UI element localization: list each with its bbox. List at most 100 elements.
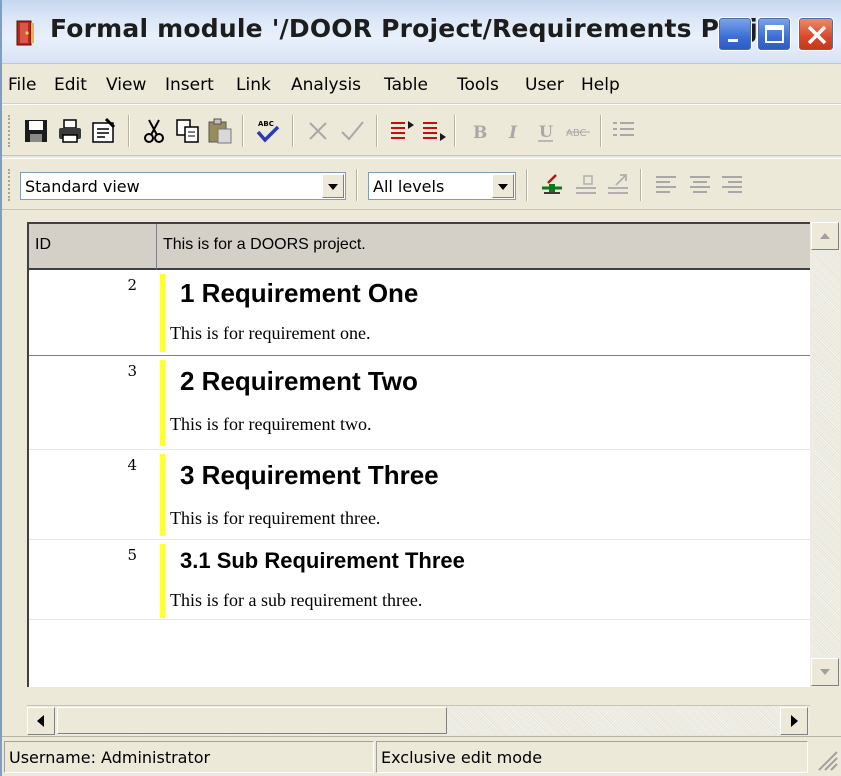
view-select-value: Standard view [25,177,140,196]
toolbar-separator [526,169,528,201]
doors-module-icon [16,20,34,46]
horizontal-scroll-thumb[interactable] [57,707,447,734]
menu-link[interactable]: Link [236,75,271,95]
toolbar-separator [242,115,244,147]
level-select-dropdown-button[interactable] [492,174,514,198]
menu-edit[interactable]: Edit [54,75,87,95]
row-id: 4 [127,456,137,474]
scroll-up-button[interactable] [811,222,839,250]
requirement-bar [160,454,165,536]
status-bar: Username: Administrator Exclusive edit m… [2,736,841,776]
svg-text:ABC: ABC [258,120,274,128]
requirement-text[interactable]: This is for requirement one. [170,323,370,344]
menu-view[interactable]: View [106,75,146,95]
scroll-down-button[interactable] [811,658,839,686]
requirement-bar [160,544,165,618]
toolbar-separator [454,115,456,147]
column-header-main[interactable]: This is for a DOORS project. [157,224,810,270]
close-button[interactable] [798,17,834,51]
svg-text:I: I [508,123,518,143]
level-select-value: All levels [373,177,445,196]
print-icon[interactable] [56,117,84,145]
requirement-heading[interactable]: 3 Requirement Three [180,460,439,491]
view-select-dropdown-button[interactable] [322,174,344,198]
menu-insert[interactable]: Insert [165,75,214,95]
align-left-icon[interactable] [652,171,680,199]
table-row[interactable]: 3 2 Requirement Two This is for requirem… [29,356,810,450]
arrow-up-icon [820,233,830,239]
horizontal-scrollbar[interactable] [27,705,810,735]
menu-user[interactable]: User [525,75,564,95]
strikethrough-icon[interactable]: ABC [564,117,592,145]
link-out-icon[interactable] [604,171,632,199]
menu-bar: File Edit View Insert Link Analysis Tabl… [2,64,841,104]
requirement-text[interactable]: This is for a sub requirement three. [170,590,422,611]
scroll-left-button[interactable] [27,707,55,735]
requirement-bar [160,274,165,352]
menu-analysis[interactable]: Analysis [291,75,361,95]
requirement-text[interactable]: This is for requirement three. [170,508,380,529]
spellcheck-icon[interactable]: ABC [254,117,282,145]
delete-icon[interactable] [304,117,332,145]
insert-below-icon[interactable] [420,117,448,145]
resize-grip-icon[interactable] [813,746,839,772]
svg-text:ABC: ABC [566,128,587,139]
requirement-heading[interactable]: 1 Requirement One [180,278,418,309]
link-icon[interactable] [538,171,566,199]
minimize-button[interactable] [718,17,752,51]
properties-icon[interactable] [90,117,118,145]
align-right-icon[interactable] [718,171,746,199]
menu-file[interactable]: File [8,75,36,95]
bold-icon[interactable]: B [466,117,494,145]
formal-module-window: Formal module '/DOOR Project/Requirement… [0,0,841,776]
toolbar-grip[interactable] [8,169,12,201]
vertical-scrollbar[interactable] [810,222,840,687]
italic-icon[interactable]: I [500,117,528,145]
save-icon[interactable] [22,117,50,145]
view-select[interactable]: Standard view [20,172,346,200]
svg-text:U: U [539,122,553,141]
status-username: Username: Administrator [4,741,374,773]
toolbar-separator [356,169,358,201]
table-row[interactable]: 2 1 Requirement One This is for requirem… [29,270,810,356]
menu-table[interactable]: Table [384,75,428,95]
column-header-id[interactable]: ID [29,224,157,270]
table-row[interactable]: 4 3 Requirement Three This is for requir… [29,450,810,540]
check-icon[interactable] [338,117,366,145]
row-id: 2 [127,276,137,294]
module-grid[interactable]: ID This is for a DOORS project. 2 1 Requ… [27,222,810,687]
title-bar[interactable]: Formal module '/DOOR Project/Requirement… [2,0,841,64]
arrow-right-icon [791,715,798,727]
insert-above-icon[interactable] [388,117,416,145]
underline-icon[interactable]: U [532,117,560,145]
row-id: 5 [127,546,137,564]
requirement-heading[interactable]: 2 Requirement Two [180,366,418,397]
paste-icon[interactable] [206,117,234,145]
requirement-text[interactable]: This is for requirement two. [170,414,371,435]
view-toolbar: Standard view All levels [2,158,841,210]
menu-help[interactable]: Help [581,75,620,95]
minimize-icon [728,39,738,42]
window-title: Formal module '/DOOR Project/Requirement… [50,14,787,43]
chevron-down-icon [328,184,338,190]
toolbar-separator [640,169,642,201]
toolbar-grip[interactable] [8,115,12,147]
requirement-heading[interactable]: 3.1 Sub Requirement Three [180,548,465,574]
toolbar-separator [600,115,602,147]
maximize-button[interactable] [757,17,791,51]
maximize-icon [765,25,784,43]
level-select[interactable]: All levels [368,172,516,200]
link-in-icon[interactable] [572,171,600,199]
chevron-down-icon [498,184,508,190]
requirement-bar [160,360,165,446]
table-row[interactable]: 5 3.1 Sub Requirement Three This is for … [29,540,810,620]
scroll-right-button[interactable] [780,707,808,735]
svg-text:B: B [473,123,487,143]
row-id: 3 [127,362,137,380]
toolbar-separator [376,115,378,147]
copy-icon[interactable] [174,117,202,145]
bullet-list-icon[interactable] [610,117,638,145]
cut-icon[interactable] [140,117,168,145]
menu-tools[interactable]: Tools [457,75,499,95]
align-center-icon[interactable] [686,171,714,199]
